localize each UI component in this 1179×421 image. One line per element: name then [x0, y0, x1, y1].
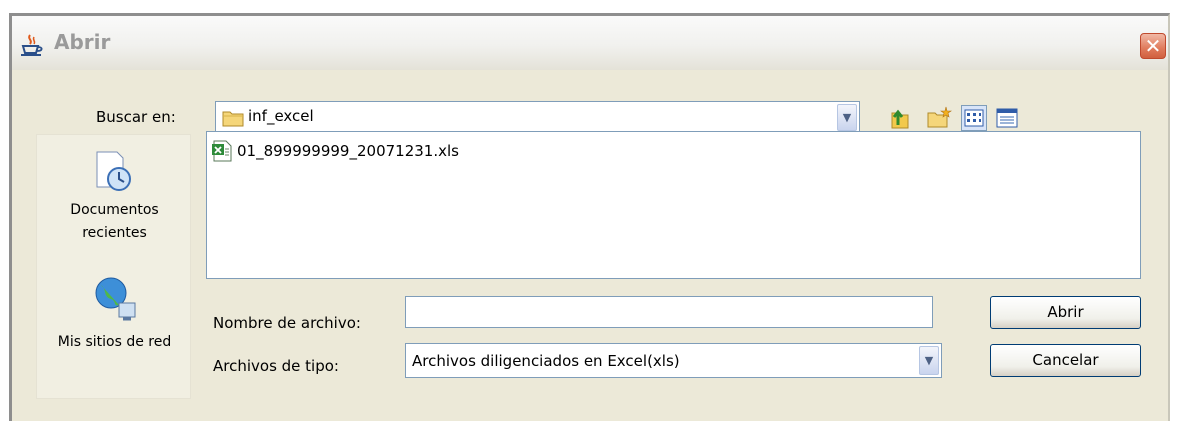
close-button[interactable]: ✕ — [1140, 33, 1166, 59]
excel-file-icon — [212, 140, 232, 162]
lookin-label: Buscar en: — [96, 108, 176, 126]
place-network[interactable]: Mis sitios de red — [37, 273, 192, 393]
chevron-down-icon[interactable]: ▼ — [837, 104, 857, 131]
place-label-network: Mis sitios de red — [57, 334, 172, 350]
up-folder-icon[interactable] — [886, 105, 912, 131]
lookin-combo[interactable]: inf_excel ▼ — [215, 101, 860, 134]
screen-margin-right — [1170, 13, 1179, 421]
java-cup-icon — [21, 34, 43, 56]
folder-icon — [222, 111, 244, 127]
list-view-icon — [964, 109, 984, 127]
recent-documents-icon — [96, 151, 131, 191]
lookin-value: inf_excel — [248, 107, 314, 125]
file-name: 01_899999999_20071231.xls — [237, 142, 459, 160]
filetype-value: Archivos diligenciados en Excel(xls) — [412, 352, 680, 370]
filename-input[interactable] — [405, 296, 933, 328]
window-title: Abrir — [54, 30, 111, 54]
place-recent-documents[interactable]: Documentos recientes — [37, 135, 192, 265]
open-dialog: Abrir ✕ Buscar en: inf_excel ▼ Documento… — [9, 13, 1170, 421]
places-bar: Documentos recientes Mis sitios de red — [36, 134, 191, 399]
filename-label: Nombre de archivo: — [213, 314, 361, 332]
open-button[interactable]: Abrir — [990, 296, 1141, 329]
screen-margin-top — [0, 0, 1179, 13]
details-view-icon[interactable] — [994, 105, 1020, 131]
chevron-down-icon[interactable]: ▼ — [919, 346, 939, 375]
file-list[interactable]: 01_899999999_20071231.xls — [206, 131, 1141, 279]
list-view-button[interactable] — [961, 105, 987, 131]
cancel-button[interactable]: Cancelar — [990, 344, 1141, 377]
filetype-combo[interactable]: Archivos diligenciados en Excel(xls) ▼ — [405, 343, 942, 378]
screen-margin-left — [0, 13, 9, 421]
new-folder-icon[interactable] — [926, 105, 952, 131]
network-places-icon — [95, 277, 136, 321]
place-label-line1: Documentos — [70, 202, 159, 218]
filetype-label: Archivos de tipo: — [213, 357, 339, 375]
place-label-line2: recientes — [82, 225, 147, 241]
title-bar[interactable]: Abrir ✕ — [12, 16, 1168, 70]
